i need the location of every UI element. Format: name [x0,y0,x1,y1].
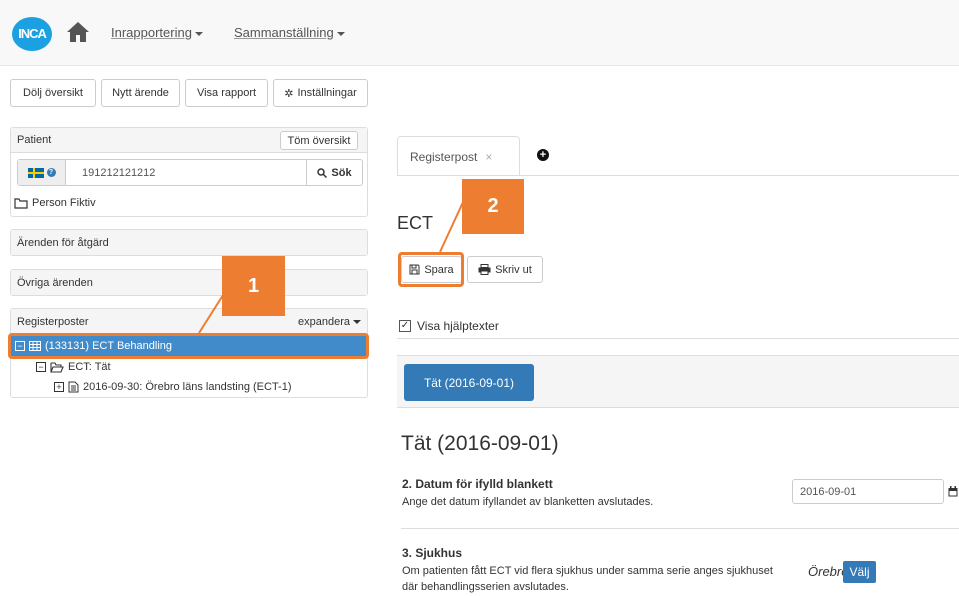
other-cases-panel[interactable]: Övriga ärenden [10,269,368,296]
choose-hospital-button[interactable]: Välj [843,561,876,583]
document-icon [68,381,79,393]
new-case-button[interactable]: Nytt ärende [101,79,180,107]
close-icon[interactable]: × [485,150,492,164]
question-3-help-line-1: Om patienten fått ECT vid flera sjukhus … [402,565,773,577]
action-cases-panel[interactable]: Ärenden för åtgärd [10,229,368,256]
patient-name-row[interactable]: Person Fiktiv [14,195,96,211]
folder-icon [14,197,28,209]
patient-panel-title: Patient [17,134,52,146]
expand-icon[interactable]: + [54,382,64,392]
question-3-title: 3. Sjukhus [402,546,463,560]
tab-registerpost[interactable]: Registerpost × [397,136,520,176]
highlight-box-1 [8,333,369,359]
help-icon[interactable]: ? [46,168,56,177]
print-icon [478,264,491,275]
patient-search-group: ? 191212121212 Sök [17,159,363,186]
question-2-help: Ange det datum ifyllandet av blanketten … [402,496,654,508]
search-button[interactable]: Sök [306,160,362,185]
checkbox-checked-icon[interactable]: ✓ [399,320,411,332]
highlight-box-2 [398,252,464,287]
caret-down-icon [353,319,361,324]
question-3-help-line-2: där behandlingsserien avslutades. [402,581,569,593]
caret-down-icon [194,31,203,36]
settings-button[interactable]: ✲ Inställningar [273,79,368,107]
date-input[interactable]: 2016-09-01 [792,479,944,504]
menu-sammanstallning[interactable]: Sammanställning [234,25,345,40]
register-posts-title: Registerposter [17,315,89,328]
calendar-icon[interactable] [948,486,958,497]
gear-icon: ✲ [284,87,294,100]
search-icon [317,167,328,178]
personal-number-input[interactable]: 191212121212 [66,160,306,185]
collapse-icon[interactable]: − [36,362,46,372]
add-tab-icon[interactable]: + [537,149,549,161]
expand-dropdown[interactable]: expandera [298,316,361,328]
show-help-checkbox[interactable]: ✓ Visa hjälptexter [399,319,499,333]
action-cases-title: Ärenden för åtgärd [17,236,109,249]
caret-down-icon [336,31,345,36]
section-heading: Tät (2016-09-01) [401,432,559,455]
tree-item-orebro[interactable]: + 2016-09-30: Örebro läns landsting (ECT… [54,379,292,395]
clear-overview-button[interactable]: Töm översikt [280,131,358,150]
form-heading: ECT [397,213,433,233]
swedish-flag-icon[interactable] [27,167,44,178]
tree-item-ect-tat[interactable]: − ECT: Tät [36,359,111,375]
annotation-badge-1: 1 [222,256,285,316]
print-button[interactable]: Skriv ut [467,256,543,283]
show-report-button[interactable]: Visa rapport [185,79,268,107]
section-pill-tat[interactable]: Tät (2016-09-01) [404,364,534,401]
other-cases-title: Övriga ärenden [17,276,93,289]
inca-logo[interactable]: INCA [12,17,52,51]
annotation-badge-2: 2 [462,179,524,234]
hide-overview-button[interactable]: Dölj översikt [10,79,96,107]
top-navbar: INCA Inrapportering Sammanställning [0,0,959,66]
question-2-title: 2. Datum för ifylld blankett [402,477,553,491]
home-icon[interactable] [66,21,90,43]
menu-inrapportering[interactable]: Inrapportering [111,25,203,40]
folder-open-icon [50,361,64,373]
